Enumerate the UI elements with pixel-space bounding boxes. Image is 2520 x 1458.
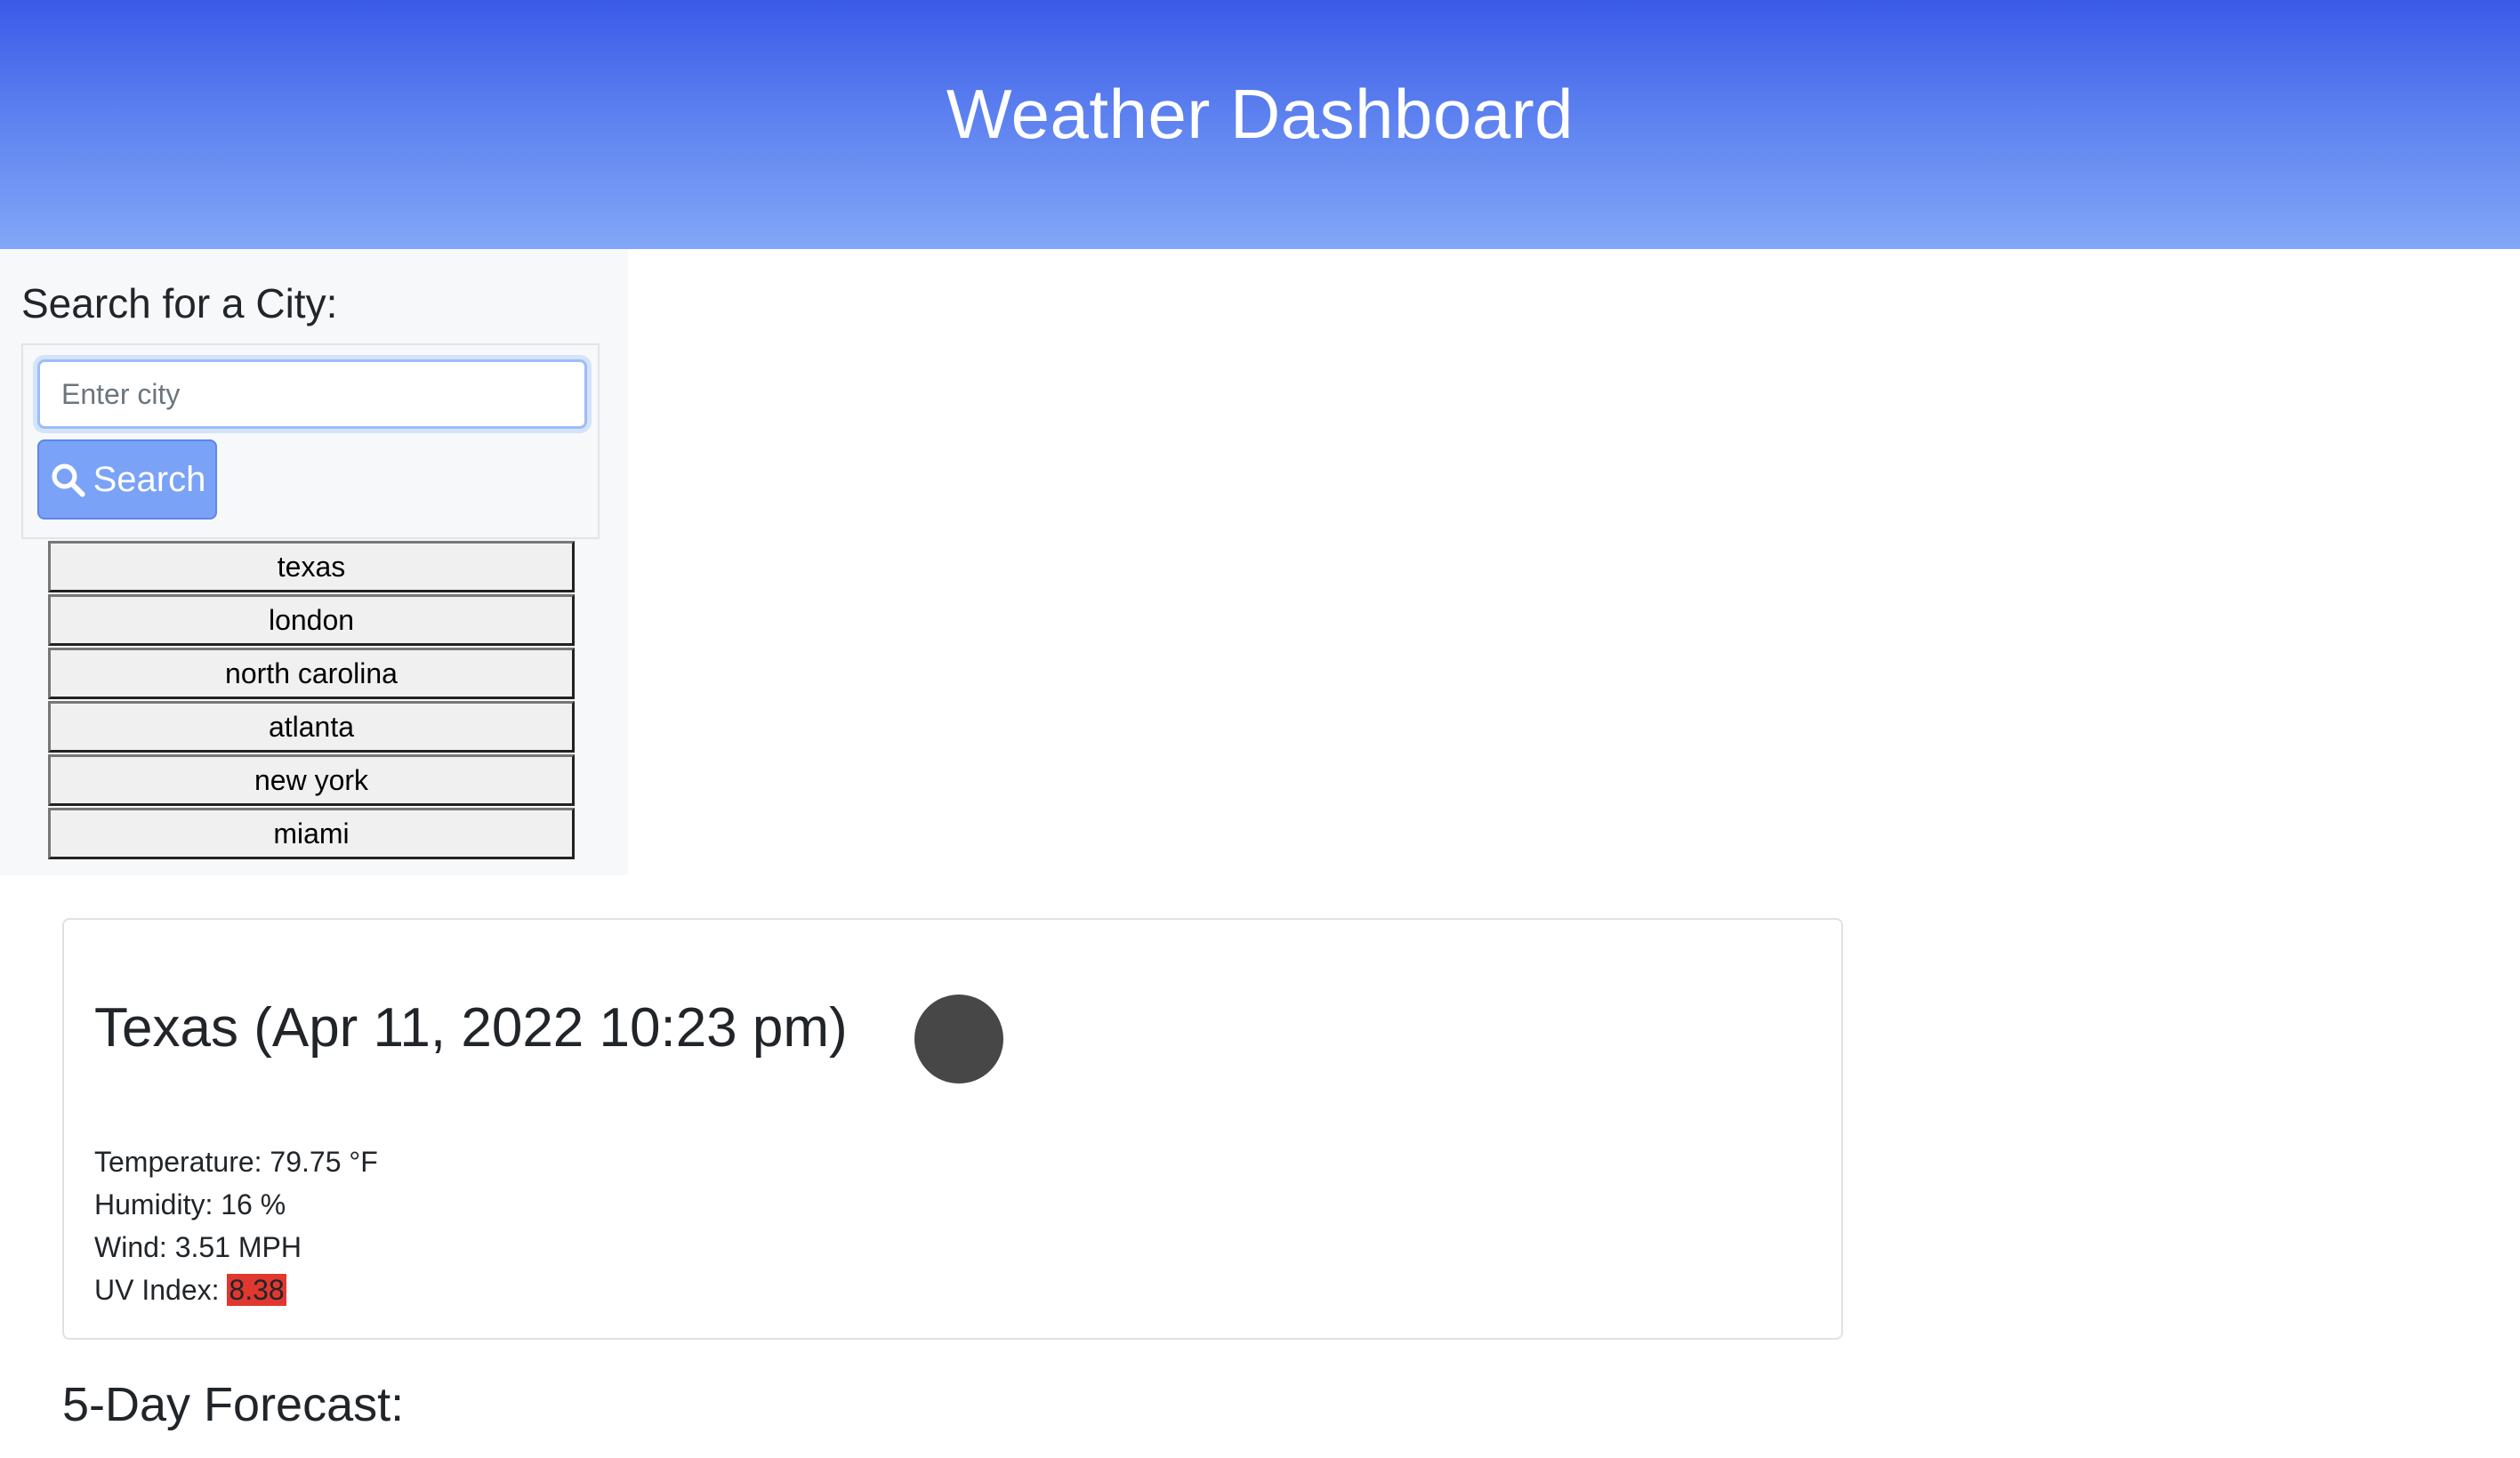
uv-index-label: UV Index: xyxy=(94,1274,228,1306)
search-button-label: Search xyxy=(93,459,206,499)
current-weather-card: Texas (Apr 11, 2022 10:23 pm) Temperatur… xyxy=(62,918,1843,1340)
uv-index-row: UV Index: 8.38 xyxy=(94,1269,378,1311)
search-sidebar: Search for a City: Search texas london n… xyxy=(0,249,628,875)
wind-row: Wind: 3.51 MPH xyxy=(94,1226,378,1269)
history-item-texas[interactable]: texas xyxy=(48,541,575,592)
current-weather-stats: Temperature: 79.75 °F Humidity: 16 % Win… xyxy=(94,1140,378,1311)
temperature-label: Temperature: xyxy=(94,1146,270,1178)
page-title: Weather Dashboard xyxy=(946,74,1574,153)
page-header: Weather Dashboard xyxy=(0,0,2520,249)
city-search-input[interactable] xyxy=(37,359,587,429)
uv-index-badge: 8.38 xyxy=(227,1274,286,1306)
history-item-atlanta[interactable]: atlanta xyxy=(48,701,575,753)
history-item-london[interactable]: london xyxy=(48,594,575,646)
forecast-heading: 5-Day Forecast: xyxy=(62,1378,405,1431)
wind-label: Wind: xyxy=(94,1231,175,1263)
wind-value: 3.51 MPH xyxy=(174,1231,302,1263)
weather-icon xyxy=(914,995,1003,1083)
current-city-title: Texas (Apr 11, 2022 10:23 pm) xyxy=(94,997,848,1059)
humidity-row: Humidity: 16 % xyxy=(94,1183,378,1226)
history-item-north-carolina[interactable]: north carolina xyxy=(48,648,575,699)
search-icon xyxy=(52,463,85,497)
temperature-value: 79.75 °F xyxy=(270,1146,378,1178)
humidity-value: 16 % xyxy=(221,1188,286,1220)
temperature-row: Temperature: 79.75 °F xyxy=(94,1140,378,1183)
search-heading: Search for a City: xyxy=(21,280,338,326)
history-item-miami[interactable]: miami xyxy=(48,808,575,859)
search-form: Search xyxy=(21,343,600,539)
history-item-new-york[interactable]: new york xyxy=(48,754,575,806)
humidity-label: Humidity: xyxy=(94,1188,221,1220)
search-history-list: texas london north carolina atlanta new … xyxy=(48,541,575,861)
search-button[interactable]: Search xyxy=(37,439,217,520)
